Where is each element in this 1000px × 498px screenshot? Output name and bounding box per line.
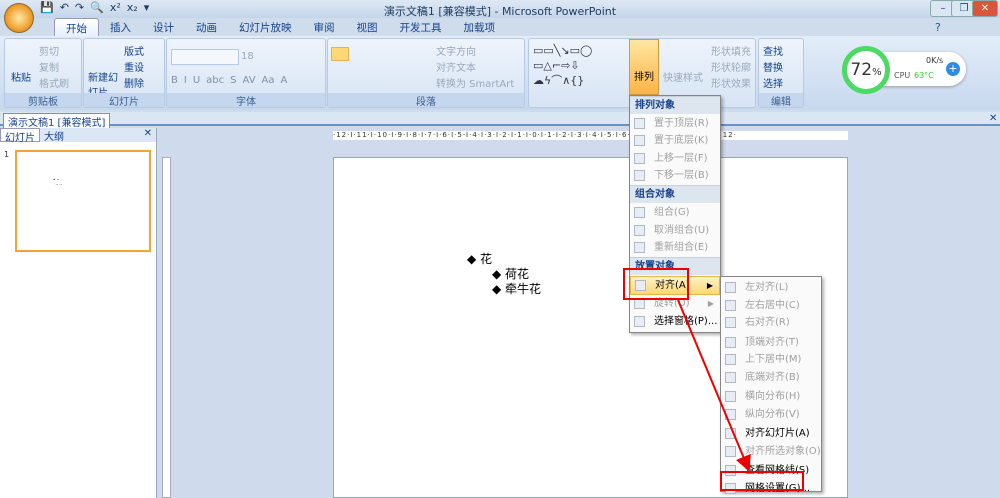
annotation-arrow [677,299,751,472]
arrow-line [677,299,751,472]
